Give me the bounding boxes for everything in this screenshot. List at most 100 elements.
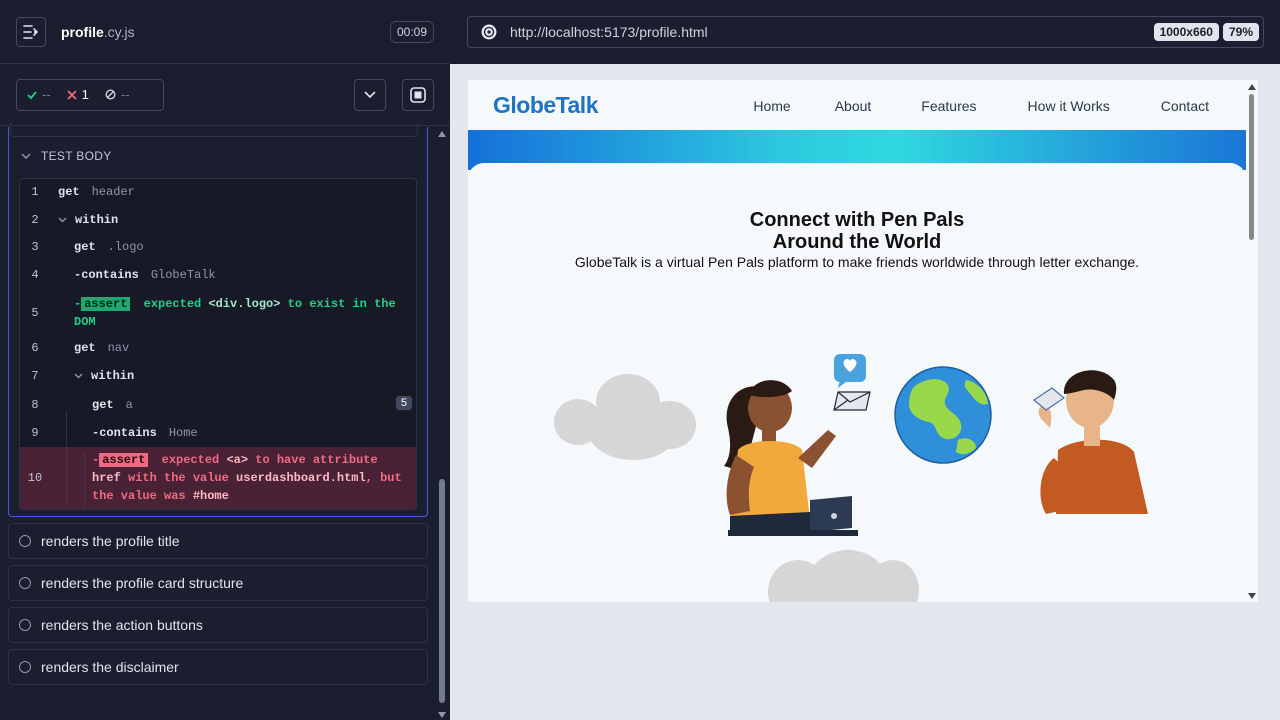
assert-text: to exist in the [287,297,396,311]
command-number: 6 [31,341,39,355]
command-row-assert-fail[interactable]: 10 - assert expected <a> to have attribut… [20,447,416,509]
envelope-icon [833,391,871,411]
command-name: within [75,213,119,227]
passed-count: -- [42,87,51,102]
hero-subtitle: GlobeTalk is a virtual Pen Pals platform… [574,254,1140,270]
stop-button[interactable] [402,78,434,111]
reporter-scrollbar[interactable] [436,127,448,720]
element-count-badge: 5 [395,396,412,410]
aut-page-scrollbar[interactable] [1246,80,1258,602]
url-text[interactable]: http://localhost:5173/profile.html [510,24,708,40]
aut-header: http://localhost:5173/profile.html 1000x… [450,0,1280,64]
collapse-dropdown-button[interactable] [354,78,386,111]
spec-filename: profile.cy.js [61,24,135,40]
command-row-assert-pass[interactable]: 5 - assert expected <div.logo> to exist i… [20,295,416,331]
command-row[interactable]: 1 get header [20,185,416,199]
command-name: get [74,240,96,254]
scroll-up-arrow-icon[interactable] [1248,84,1256,90]
test-title: renders the disclaimer [41,659,179,675]
url-bar[interactable]: http://localhost:5173/profile.html 1000x… [467,16,1264,48]
command-message: header [91,185,135,199]
command-row[interactable]: 3 get .logo [20,240,416,254]
check-icon [27,90,37,99]
test-item[interactable]: renders the action buttons [8,607,428,643]
assert-text: , but [365,471,402,485]
aut-panel: http://localhost:5173/profile.html 1000x… [450,0,1280,720]
hero-illustration [554,354,1148,602]
test-body-header[interactable]: TEST BODY [21,149,112,163]
assert-text: to have attribute [255,453,378,467]
scroll-down-arrow-icon[interactable] [438,712,446,718]
command-log: 1 get header 2 within 3 get .logo 4 - co… [19,178,417,510]
nav-link-home[interactable]: Home [753,98,790,114]
chevron-down-icon [364,90,376,98]
stats-bar: -- 1 -- [0,64,450,126]
test-item[interactable]: renders the disclaimer [8,649,428,685]
command-row[interactable]: 6 get nav [20,341,416,355]
command-row[interactable]: 4 - contains GlobeTalk [20,268,416,282]
skip-circle-icon [105,89,116,100]
hero-title-line: Around the World [772,231,942,253]
pending-circle-icon [19,661,31,673]
site-logo[interactable]: GlobeTalk [493,92,599,119]
test-body-label: TEST BODY [41,149,112,163]
command-row[interactable]: 9 - contains Home [20,426,416,440]
command-row[interactable]: 2 within [20,213,416,227]
run-timer: 00:09 [389,20,434,43]
hero-title-line: Connect with Pen Pals [749,209,965,231]
assert-subject: <div.logo> [208,297,281,311]
command-row[interactable]: 8 get a 5 [20,396,416,412]
command-message: GlobeTalk [150,268,216,282]
chevron-down-icon [58,217,67,223]
pending-count: -- [120,87,130,102]
pending-circle-icon [19,577,31,589]
command-row[interactable]: 7 within [20,369,416,383]
site-header: GlobeTalk Home About Features How it Wor… [468,80,1246,130]
assert-text: with the value [128,471,229,485]
command-name: contains [81,268,139,282]
command-message: .logo [107,240,144,254]
child-dash: - [92,426,100,440]
scrollbar-thumb[interactable] [1249,94,1254,240]
test-item[interactable]: renders the profile title [8,523,428,559]
site-nav: Home About Features How it Works Contact [753,98,1209,114]
toggle-specs-button[interactable] [16,16,46,47]
assert-text: DOM [74,315,96,329]
zoom-badge[interactable]: 79% [1222,23,1259,41]
child-dash: - [74,268,82,282]
pending-stat: -- [105,87,130,102]
scroll-down-arrow-icon[interactable] [1248,593,1256,599]
cloud-left-icon [554,374,696,460]
selector-playground-icon[interactable] [480,23,498,41]
test-title: renders the action buttons [41,617,203,633]
failed-count: 1 [81,87,89,102]
viewport-size-badge[interactable]: 1000x660 [1153,23,1219,41]
scrollbar-thumb[interactable] [439,479,445,703]
assert-badge: assert [99,453,149,467]
command-name: get [74,341,96,355]
pending-circle-icon [19,619,31,631]
scroll-up-arrow-icon[interactable] [438,131,446,137]
runner-panel: profile.cy.js 00:09 -- 1 -- TEST BODY 1 … [0,0,450,720]
command-name: get [92,398,114,412]
command-number: 10 [27,471,43,485]
nesting-guide [66,411,67,509]
x-icon [67,89,77,100]
sidebar-toggle-icon [23,24,38,39]
pending-circle-icon [19,535,31,547]
reporter-scroll-area[interactable]: TEST BODY 1 get header 2 within 3 get .l… [0,123,450,720]
command-number: 1 [31,185,39,199]
command-number: 2 [31,213,39,227]
command-name: contains [99,426,157,440]
nav-link-how-it-works[interactable]: How it Works [1028,98,1110,114]
runner-header: profile.cy.js 00:09 [0,0,450,64]
nav-link-about[interactable]: About [835,98,872,114]
nesting-guide [84,454,85,509]
command-number: 4 [31,268,39,282]
failed-stat: 1 [67,87,89,102]
nav-link-features[interactable]: Features [921,98,976,114]
command-message: Home [168,426,198,440]
test-item[interactable]: renders the profile card structure [8,565,428,601]
command-number: 5 [31,306,39,320]
nav-link-contact[interactable]: Contact [1161,98,1209,114]
